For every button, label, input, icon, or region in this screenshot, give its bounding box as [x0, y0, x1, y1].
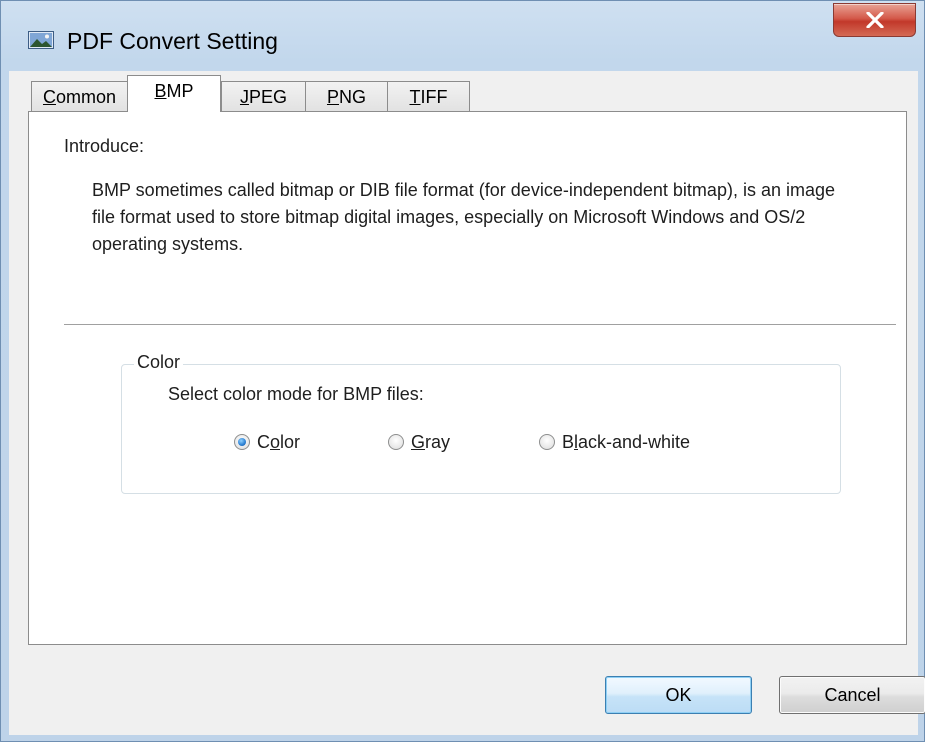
- radio-color[interactable]: Color: [234, 429, 300, 455]
- color-groupbox: Color Select color mode for BMP files: C…: [121, 352, 841, 494]
- radio-black-and-white-label: Black-and-white: [562, 431, 691, 452]
- tab-common[interactable]: Common: [31, 81, 128, 111]
- tab-png-mnemonic: P: [326, 87, 339, 107]
- window-title: PDF Convert Setting: [67, 28, 278, 54]
- close-x-icon: [866, 12, 884, 28]
- close-button[interactable]: [833, 3, 916, 37]
- radio-selected-icon: [234, 434, 250, 450]
- tab-common-label: ommon: [55, 87, 117, 107]
- tab-panel-bmp: Introduce: BMP sometimes called bitmap o…: [28, 111, 907, 645]
- introduce-text: BMP sometimes called bitmap or DIB file …: [92, 180, 835, 254]
- ok-button[interactable]: OK: [605, 676, 752, 714]
- tab-png[interactable]: PNG: [305, 81, 388, 111]
- title-bar[interactable]: PDF Convert Setting: [1, 1, 924, 71]
- app-image-icon: [28, 31, 54, 49]
- tab-bmp[interactable]: BMP: [127, 75, 221, 112]
- color-mode-description: Select color mode for BMP files:: [168, 384, 424, 404]
- tab-png-label: NG: [339, 87, 366, 107]
- tab-bmp-label: MP: [166, 81, 194, 101]
- radio-gray-label: Gray: [411, 431, 451, 452]
- tab-jpeg[interactable]: JPEG: [221, 81, 306, 111]
- tab-tiff-label: IFF: [420, 87, 448, 107]
- dialog-client-area: Common BMP JPEG PNG TIFF Introduce: BMP …: [9, 71, 925, 735]
- section-divider: [64, 324, 896, 326]
- tab-jpeg-mnemonic: J: [239, 87, 249, 107]
- dialog-window: PDF Convert Setting Common BMP JPEG PNG …: [0, 0, 925, 742]
- cancel-button[interactable]: Cancel: [779, 676, 925, 714]
- radio-unselected-icon: [539, 434, 555, 450]
- tab-bmp-mnemonic: B: [154, 81, 167, 101]
- tab-tiff[interactable]: TIFF: [387, 81, 470, 111]
- radio-unselected-icon: [388, 434, 404, 450]
- tab-common-mnemonic: C: [42, 87, 56, 107]
- tab-tiff-mnemonic: T: [409, 87, 421, 107]
- introduce-label: Introduce:: [64, 136, 145, 156]
- radio-color-label: Color: [257, 431, 301, 452]
- radio-gray[interactable]: Gray: [388, 429, 450, 455]
- tab-jpeg-label: PEG: [248, 87, 287, 107]
- color-group-legend: Color: [134, 352, 184, 373]
- radio-black-and-white[interactable]: Black-and-white: [539, 429, 690, 455]
